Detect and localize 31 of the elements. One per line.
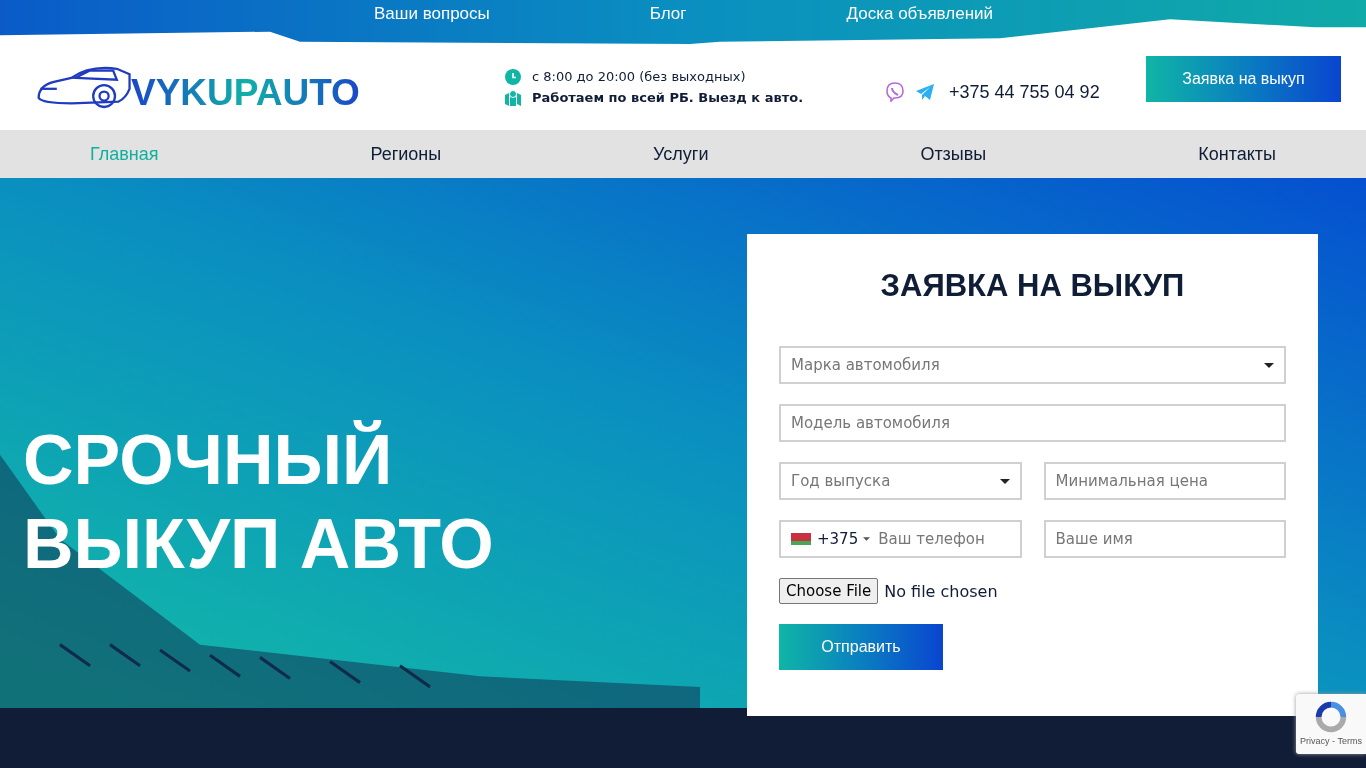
request-button[interactable]: Заявка на выкуп bbox=[1146, 56, 1341, 102]
select-field[interactable]: Год выпуска bbox=[779, 462, 1022, 500]
top-link[interactable]: Блог bbox=[649, 0, 687, 28]
caret-icon bbox=[1264, 362, 1274, 368]
hero-title: ВЫКУП АВТО bbox=[23, 504, 494, 585]
nav-item[interactable]: Отзывы bbox=[920, 143, 987, 165]
choose-file-button[interactable]: Choose File bbox=[779, 578, 879, 604]
input-field[interactable]: Модель автомобиля bbox=[779, 404, 1286, 442]
select-field[interactable]: Марка автомобиля bbox=[779, 346, 1286, 384]
recaptcha-badge[interactable]: Privacy - Terms bbox=[1296, 694, 1366, 754]
working-hours: с 8:00 до 20:00 (без выходных) bbox=[532, 69, 746, 84]
phone-field[interactable]: +375 Ваш телефон bbox=[779, 520, 1022, 558]
hero-title: СРОЧНЫЙ bbox=[23, 419, 394, 501]
form-title: ЗАЯВКА НА ВЫКУП bbox=[879, 268, 1186, 304]
viber-icon[interactable] bbox=[885, 82, 905, 102]
telegram-icon[interactable] bbox=[915, 82, 935, 102]
nav-item[interactable]: Услуги bbox=[653, 143, 709, 165]
input-field[interactable]: Ваше имя bbox=[1043, 520, 1286, 558]
submit-button[interactable]: Отправить bbox=[779, 624, 943, 670]
top-link[interactable]: Ваши вопросы bbox=[374, 0, 490, 28]
file-status: No file chosen bbox=[884, 581, 998, 601]
clock-icon bbox=[505, 68, 521, 85]
caret-icon bbox=[999, 478, 1010, 484]
flag-icon bbox=[791, 533, 811, 545]
caret-icon bbox=[863, 537, 871, 541]
input-field[interactable]: Минимальная цена bbox=[1043, 462, 1286, 500]
coverage-text: Работаем по всей РБ. Выезд к авто. bbox=[532, 90, 804, 105]
nav-item[interactable]: Регионы bbox=[370, 143, 442, 165]
nav-item[interactable]: Контакты bbox=[1198, 143, 1276, 165]
map-pin-icon bbox=[505, 89, 521, 106]
phone-link[interactable]: +375 44 755 04 92 bbox=[949, 81, 1100, 103]
